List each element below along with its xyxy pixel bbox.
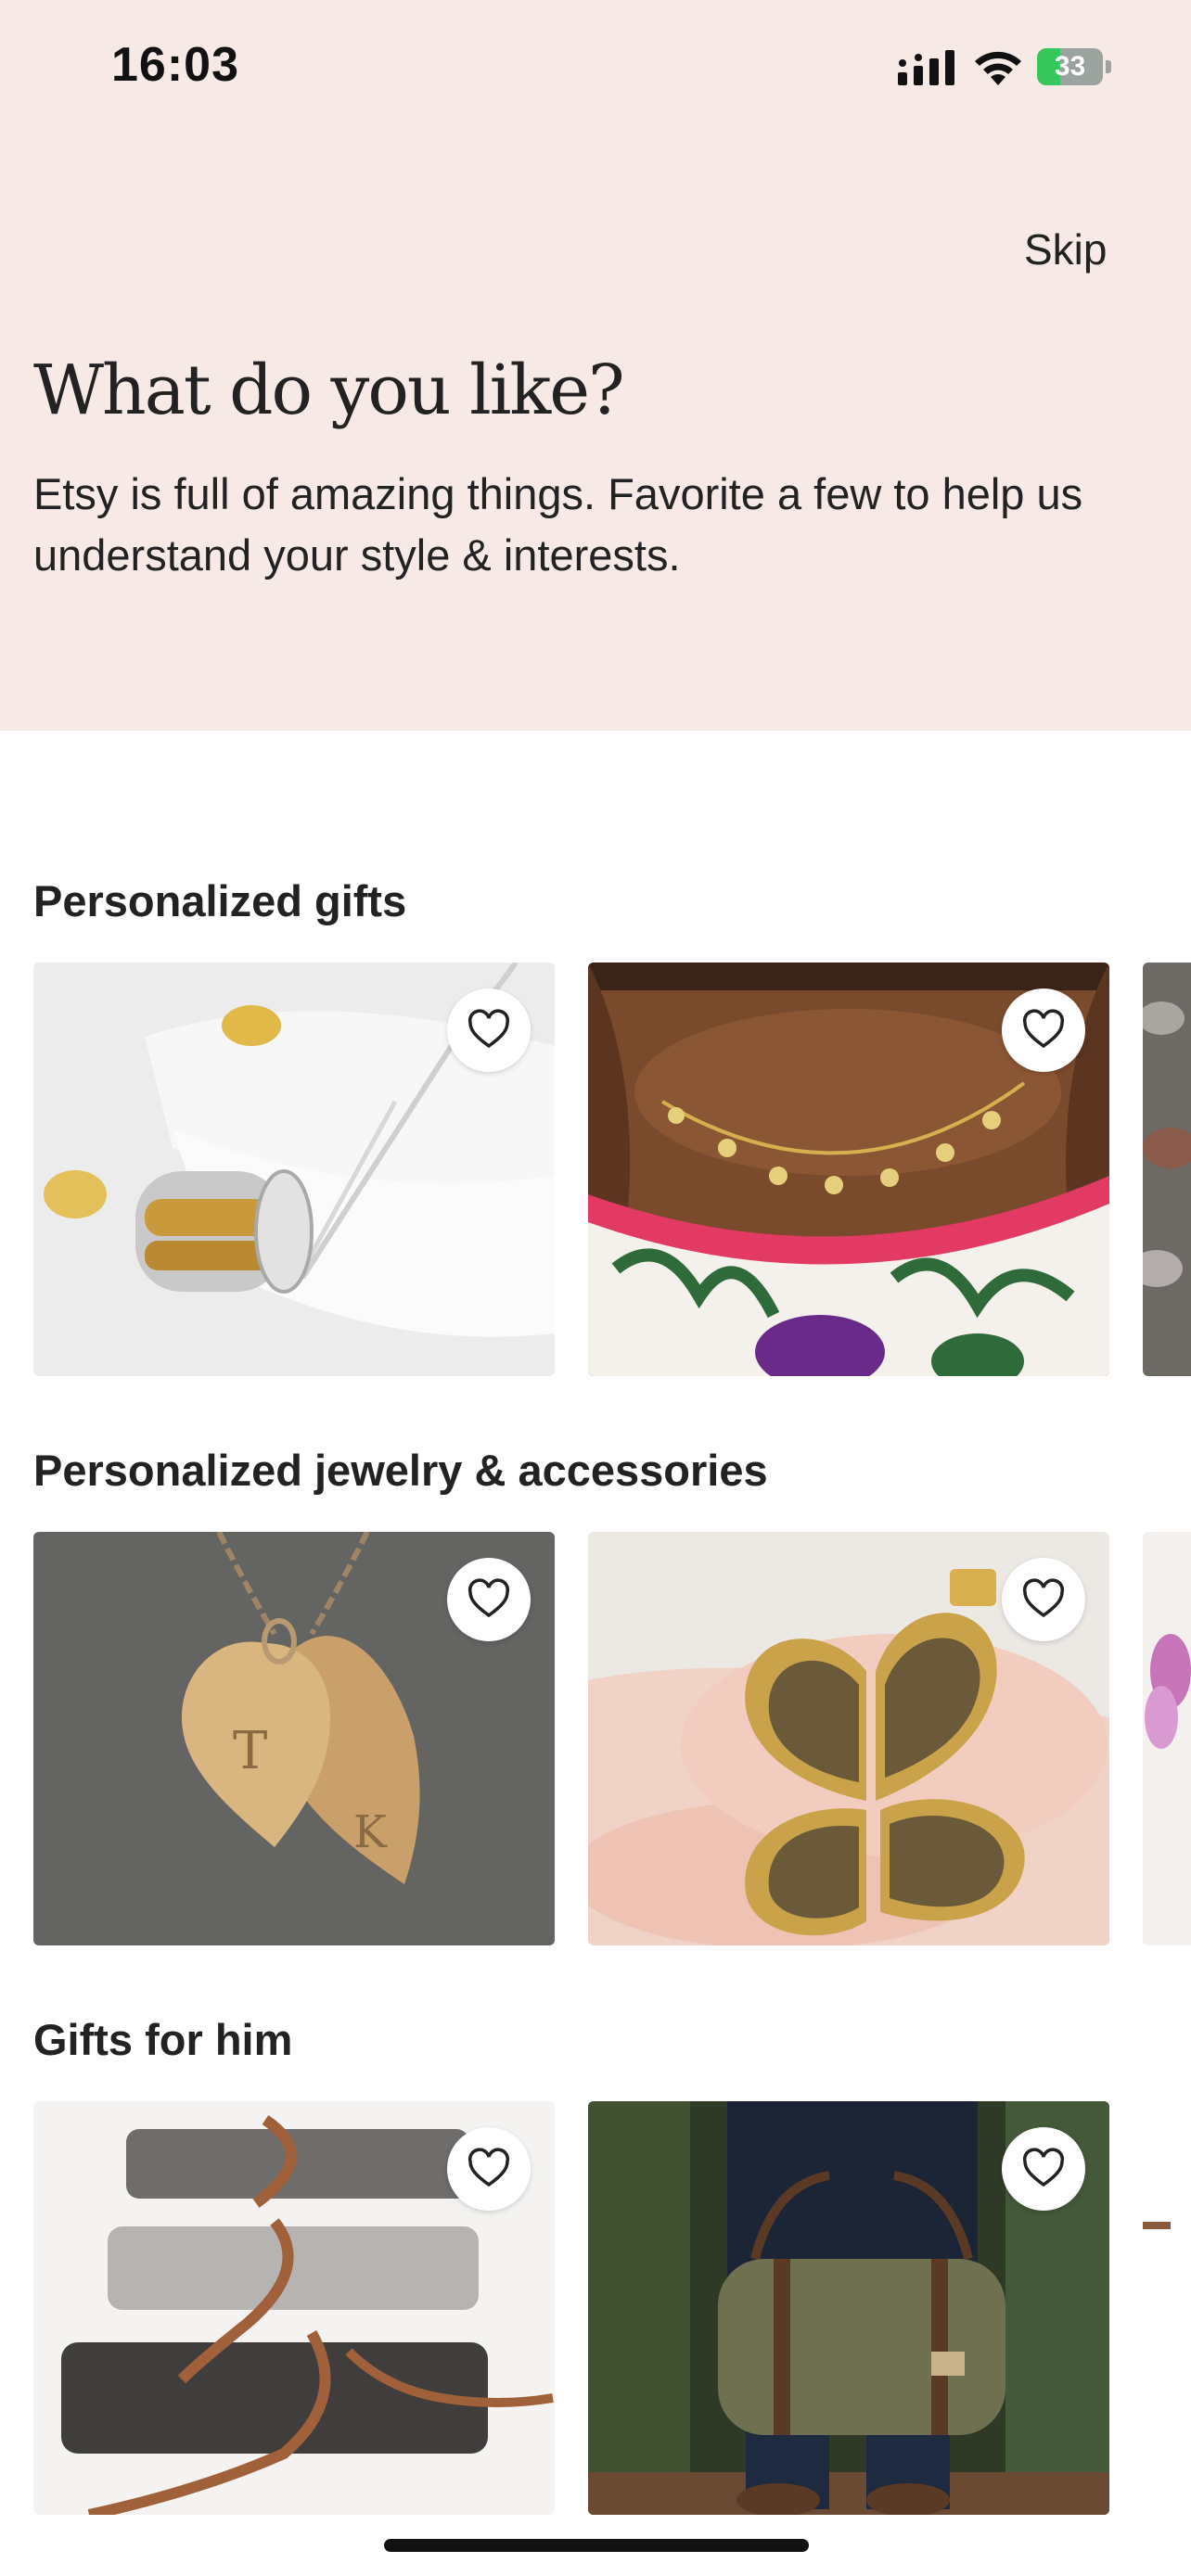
- listing-card[interactable]: [588, 1532, 1109, 1945]
- cellular-signal-icon: [898, 50, 954, 85]
- favorite-button[interactable]: [1002, 988, 1085, 1072]
- listing-card[interactable]: [588, 2101, 1109, 2515]
- listing-card[interactable]: [588, 963, 1109, 1376]
- status-bar: 16:03 33: [0, 0, 1191, 139]
- listing-card[interactable]: [33, 2101, 555, 2515]
- favorite-button[interactable]: [447, 2127, 531, 2211]
- heart-outline-icon: [1022, 1009, 1065, 1049]
- section-title-personalized-gifts: Personalized gifts: [33, 876, 407, 925]
- favorite-button[interactable]: [1002, 2127, 1085, 2211]
- favorite-button[interactable]: [447, 988, 531, 1072]
- battery-charging-icon: 33: [1037, 48, 1111, 85]
- listing-card[interactable]: [33, 963, 555, 1376]
- onboarding-header: 16:03 33 Skip What do you like? Etsy is …: [0, 0, 1191, 731]
- heart-outline-icon: [1022, 1578, 1065, 1618]
- heart-outline-icon: [467, 2148, 510, 2187]
- home-indicator: [384, 2539, 809, 2552]
- section-title-gifts-for-him: Gifts for him: [33, 2015, 293, 2064]
- page-title: What do you like?: [33, 351, 625, 430]
- listing-card[interactable]: [1143, 2101, 1191, 2515]
- wifi-icon: [975, 51, 1021, 85]
- favorite-button[interactable]: [447, 1558, 531, 1641]
- heart-outline-icon: [1022, 2148, 1065, 2187]
- listing-carousel-personalized-jewelry[interactable]: T K: [33, 1532, 1191, 1945]
- flower-item-image: [1143, 1532, 1191, 1945]
- leather-cord-item-image: [1143, 2101, 1191, 2515]
- heart-outline-icon: [467, 1009, 510, 1049]
- listing-card[interactable]: [1143, 1532, 1191, 1945]
- svg-text:T: T: [233, 1721, 267, 1781]
- favorite-button[interactable]: [1002, 1558, 1085, 1641]
- heart-outline-icon: [467, 1578, 510, 1618]
- pebble-art-image: [1143, 963, 1191, 1376]
- battery-level: 33: [1054, 51, 1086, 82]
- listing-card[interactable]: T K: [33, 1532, 555, 1945]
- section-title-personalized-jewelry: Personalized jewelry & accessories: [33, 1446, 768, 1495]
- page-subtitle: Etsy is full of amazing things. Favorite…: [33, 469, 1083, 580]
- status-time: 16:03: [111, 38, 239, 92]
- listing-card[interactable]: [1143, 963, 1191, 1376]
- skip-button[interactable]: Skip: [1024, 224, 1107, 274]
- listing-carousel-personalized-gifts[interactable]: [33, 963, 1191, 1376]
- svg-text:K: K: [353, 1806, 388, 1858]
- listing-carousel-gifts-for-him[interactable]: [33, 2101, 1191, 2515]
